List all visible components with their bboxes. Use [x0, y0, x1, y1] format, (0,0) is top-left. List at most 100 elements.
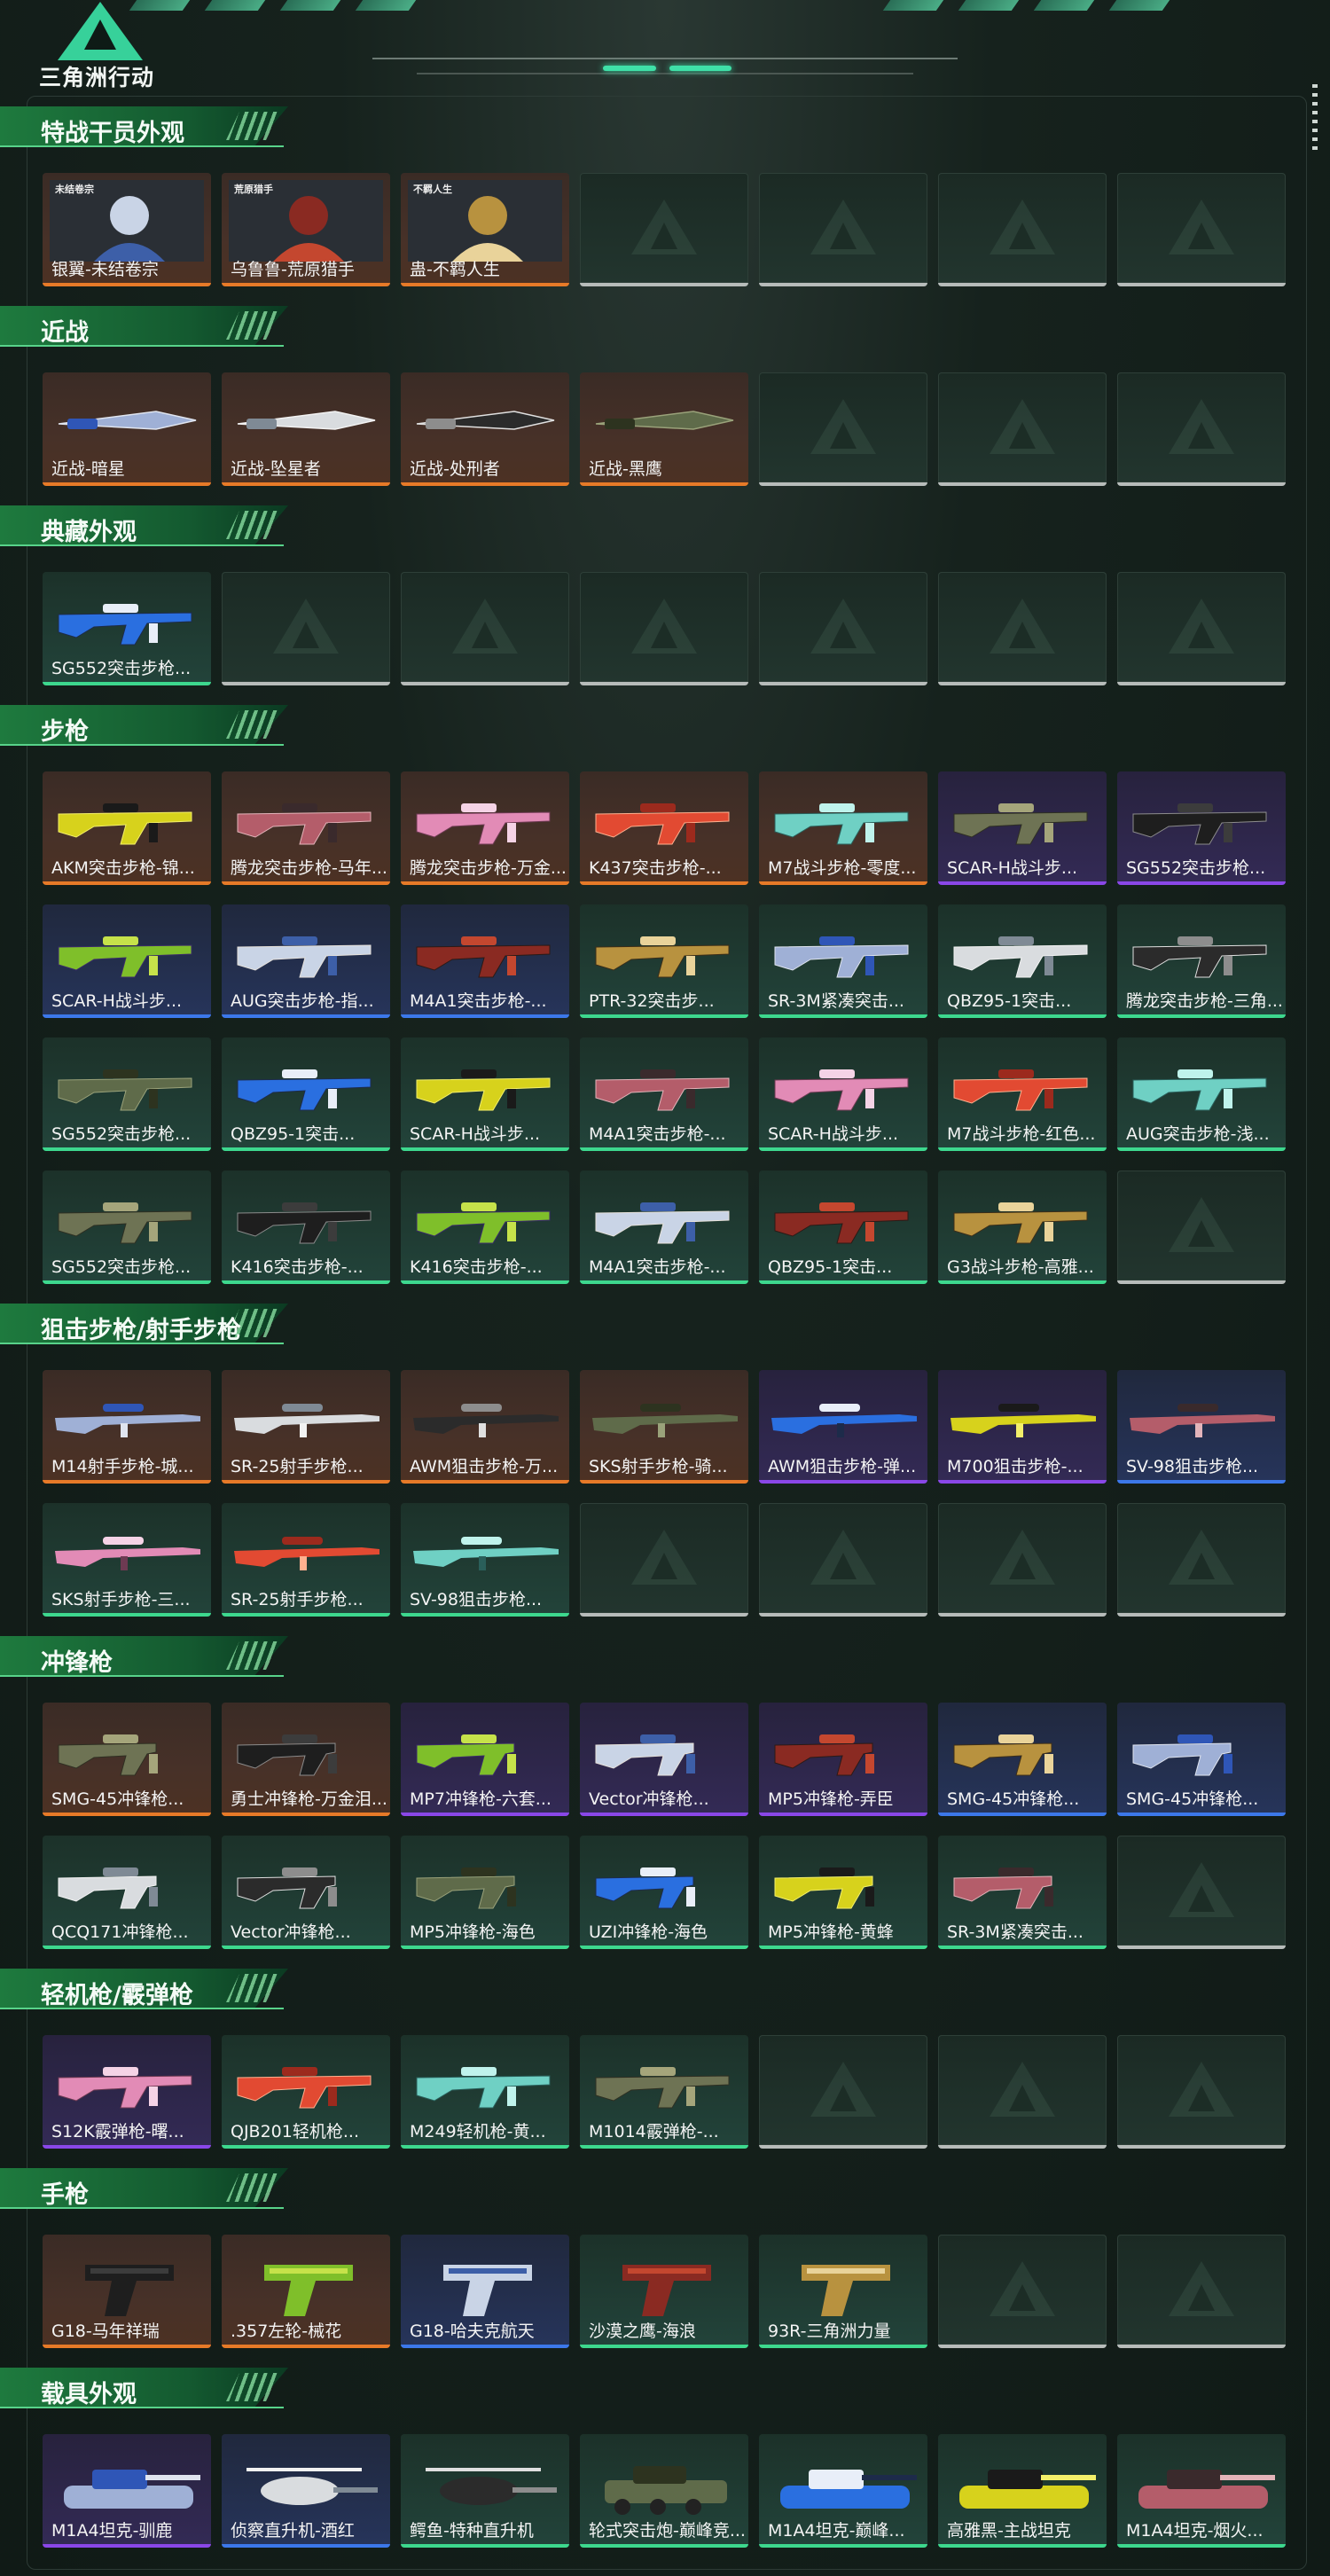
- item-card[interactable]: PTR-32突击步...: [580, 904, 748, 1018]
- item-card[interactable]: M1014霰弹枪-...: [580, 2035, 748, 2149]
- item-card[interactable]: SR-25射手步枪...: [222, 1370, 390, 1484]
- item-card[interactable]: 腾龙突击步枪-三角...: [1117, 904, 1286, 1018]
- item-card[interactable]: M7战斗步枪-红色...: [938, 1037, 1107, 1151]
- item-card[interactable]: M1A4坦克-巅峰...: [759, 2434, 927, 2548]
- item-card[interactable]: SV-98狙击步枪...: [401, 1503, 569, 1617]
- item-card[interactable]: MP5冲锋枪-黄蜂: [759, 1836, 927, 1949]
- item-card[interactable]: QJB201轻机枪...: [222, 2035, 390, 2149]
- pistol-icon: [443, 2265, 532, 2316]
- item-card[interactable]: G3战斗步枪-高雅...: [938, 1171, 1107, 1284]
- item-card[interactable]: M1A4坦克-烟火...: [1117, 2434, 1286, 2548]
- item-card[interactable]: 轮式突击炮-巅峰竞...: [580, 2434, 748, 2548]
- item-card[interactable]: SCAR-H战斗步...: [43, 904, 211, 1018]
- item-card[interactable]: Vector冲锋枪...: [222, 1836, 390, 1949]
- item-card[interactable]: K416突击步枪-...: [222, 1171, 390, 1284]
- section-header: 典藏外观: [0, 505, 293, 546]
- item-card[interactable]: 腾龙突击步枪-马年...: [222, 771, 390, 885]
- item-card[interactable]: M700狙击步枪-...: [938, 1370, 1107, 1484]
- item-card[interactable]: 沙漠之鹰-海浪: [580, 2235, 748, 2348]
- item-card[interactable]: MP5冲锋枪-弄臣: [759, 1703, 927, 1816]
- item-card[interactable]: QBZ95-1突击...: [938, 904, 1107, 1018]
- item-card[interactable]: SKS射手步枪-三...: [43, 1503, 211, 1617]
- item-card[interactable]: AKM突击步枪-锦...: [43, 771, 211, 885]
- item-card[interactable]: SKS射手步枪-骑...: [580, 1370, 748, 1484]
- item-card[interactable]: 未结卷宗 银翼-未结卷宗: [43, 173, 211, 286]
- rifle-icon: [58, 1069, 192, 1111]
- item-card[interactable]: SR-3M紧凑突击...: [759, 904, 927, 1018]
- item-label: 近战-暗星: [51, 459, 125, 479]
- sniper-icon: [771, 1404, 917, 1437]
- item-card[interactable]: SMG-45冲锋枪...: [938, 1703, 1107, 1816]
- rifle-icon: [58, 936, 192, 978]
- item-card[interactable]: M7战斗步枪-零度...: [759, 771, 927, 885]
- item-card[interactable]: 不羁人生 蛊-不羁人生: [401, 173, 569, 286]
- item-card[interactable]: SCAR-H战斗步...: [401, 1037, 569, 1151]
- item-card[interactable]: S12K霰弹枪-曙...: [43, 2035, 211, 2149]
- item-card[interactable]: 近战-暗星: [43, 372, 211, 486]
- item-card[interactable]: SV-98狙击步枪...: [1117, 1370, 1286, 1484]
- item-card[interactable]: MP5冲锋枪-海色: [401, 1836, 569, 1949]
- item-card[interactable]: SCAR-H战斗步...: [938, 771, 1107, 885]
- item-card[interactable]: SCAR-H战斗步...: [759, 1037, 927, 1151]
- item-label: 近战-坠星者: [231, 459, 321, 479]
- item-card[interactable]: 近战-处刑者: [401, 372, 569, 486]
- item-card[interactable]: 93R-三角洲力量: [759, 2235, 927, 2348]
- item-card[interactable]: M14射手步枪-城...: [43, 1370, 211, 1484]
- placeholder-logo-inner: [651, 622, 677, 648]
- item-card[interactable]: SG552突击步枪...: [1117, 771, 1286, 885]
- item-card[interactable]: MP7冲锋枪-六套...: [401, 1703, 569, 1816]
- item-label: G18-马年祥瑞: [51, 2322, 160, 2341]
- section-header: 轻机枪/霰弹枪: [0, 1969, 293, 2009]
- item-label: SKS射手步枪-骑...: [589, 1457, 728, 1476]
- item-card[interactable]: SG552突击步枪...: [43, 1037, 211, 1151]
- item-card[interactable]: G18-马年祥瑞: [43, 2235, 211, 2348]
- section-title: 特战干员外观: [41, 120, 184, 147]
- empty-slot: [759, 372, 927, 486]
- item-label: SCAR-H战斗步...: [947, 858, 1078, 878]
- item-card[interactable]: 侦察直升机-酒红: [222, 2434, 390, 2548]
- item-card[interactable]: AUG突击步枪-指...: [222, 904, 390, 1018]
- item-card[interactable]: 荒原猎手 乌鲁鲁-荒原猎手: [222, 173, 390, 286]
- item-card[interactable]: SG552突击步枪...: [43, 572, 211, 685]
- pistol-icon: [85, 2265, 174, 2316]
- item-label: 侦察直升机-酒红: [231, 2521, 355, 2541]
- item-card[interactable]: QBZ95-1突击...: [222, 1037, 390, 1151]
- item-card[interactable]: M4A1突击步枪-...: [580, 1037, 748, 1151]
- item-card[interactable]: 勇士冲锋枪-万金泪...: [222, 1703, 390, 1816]
- scrollbar-handle[interactable]: [1312, 84, 1318, 155]
- item-card[interactable]: SMG-45冲锋枪...: [43, 1703, 211, 1816]
- item-card[interactable]: UZI冲锋枪-海色: [580, 1836, 748, 1949]
- item-card[interactable]: SR-3M紧凑突击...: [938, 1836, 1107, 1949]
- item-card[interactable]: M4A1突击步枪-...: [401, 904, 569, 1018]
- item-card[interactable]: K437突击步枪-...: [580, 771, 748, 885]
- item-card[interactable]: 高雅黑-主战坦克: [938, 2434, 1107, 2548]
- rifle-icon: [58, 803, 192, 845]
- item-card[interactable]: AUG突击步枪-浅...: [1117, 1037, 1286, 1151]
- item-card[interactable]: M4A1突击步枪-...: [580, 1171, 748, 1284]
- item-card[interactable]: 腾龙突击步枪-万金...: [401, 771, 569, 885]
- item-card[interactable]: QCQ171冲锋枪...: [43, 1836, 211, 1949]
- item-card[interactable]: G18-哈夫克航天: [401, 2235, 569, 2348]
- smg-icon: [1132, 1734, 1232, 1776]
- item-card[interactable]: M1A4坦克-驯鹿: [43, 2434, 211, 2548]
- item-card[interactable]: AWM狙击步枪-万...: [401, 1370, 569, 1484]
- smg-icon: [416, 1734, 516, 1776]
- item-card[interactable]: AWM狙击步枪-弹...: [759, 1370, 927, 1484]
- item-label: SG552突击步枪...: [51, 1124, 192, 1144]
- item-card[interactable]: M249轻机枪-黄...: [401, 2035, 569, 2149]
- item-card[interactable]: QBZ95-1突击...: [759, 1171, 927, 1284]
- item-card[interactable]: 近战-黑鹰: [580, 372, 748, 486]
- section-title: 典藏外观: [41, 519, 137, 546]
- item-card[interactable]: K416突击步枪-...: [401, 1171, 569, 1284]
- item-card[interactable]: SMG-45冲锋枪...: [1117, 1703, 1286, 1816]
- item-card[interactable]: .357左轮-械花: [222, 2235, 390, 2348]
- knife-icon: [58, 411, 197, 430]
- placeholder-logo-inner: [1009, 2085, 1036, 2111]
- knife-icon: [595, 411, 734, 430]
- item-card[interactable]: SG552突击步枪...: [43, 1171, 211, 1284]
- item-card[interactable]: SR-25射手步枪...: [222, 1503, 390, 1617]
- item-card[interactable]: 鳄鱼-特种直升机: [401, 2434, 569, 2548]
- item-card[interactable]: 近战-坠星者: [222, 372, 390, 486]
- item-card[interactable]: Vector冲锋枪...: [580, 1703, 748, 1816]
- item-label: 近战-处刑者: [410, 459, 500, 479]
